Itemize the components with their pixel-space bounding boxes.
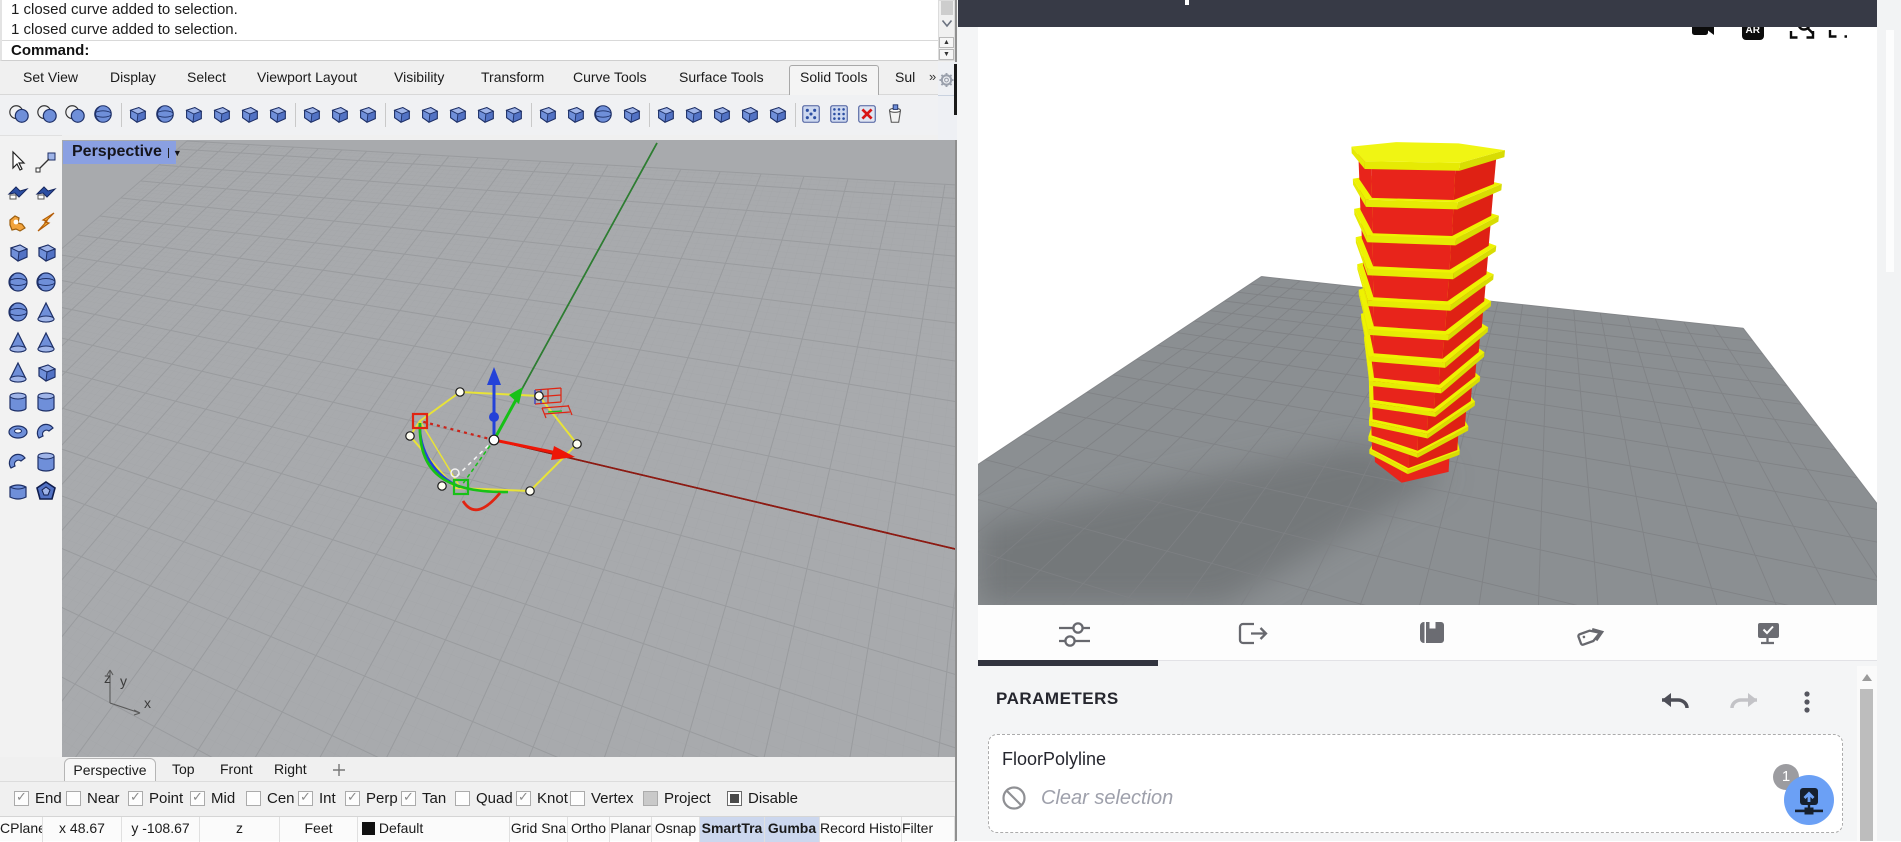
svg-text:x: x [144,695,151,711]
svg-text:y: y [120,673,127,689]
svg-text:z: z [104,670,111,686]
